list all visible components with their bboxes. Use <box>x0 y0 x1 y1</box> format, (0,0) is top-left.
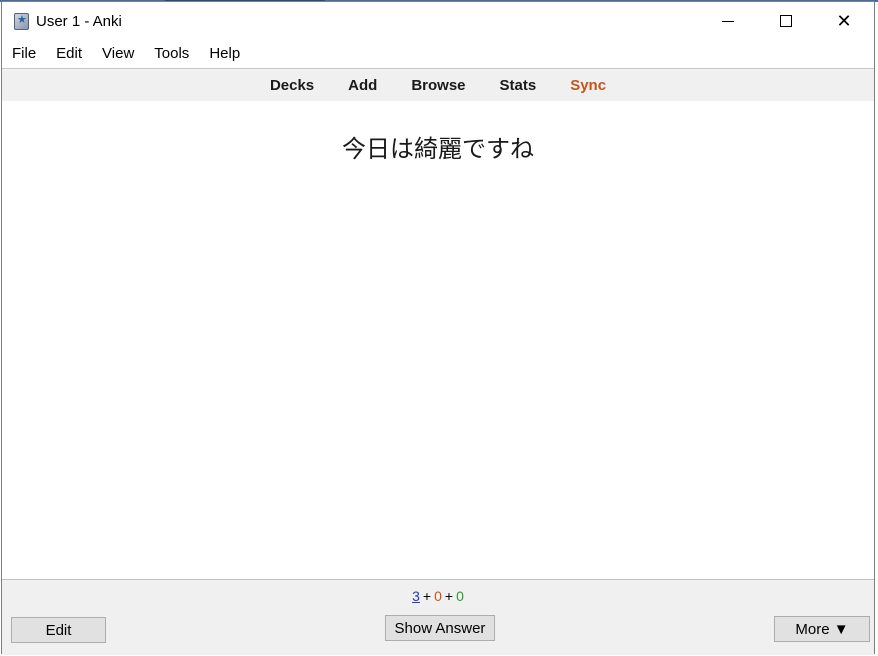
menu-tools[interactable]: Tools <box>144 41 199 67</box>
card-question: 今日は綺麗ですね <box>342 135 534 163</box>
toolbar-browse-link[interactable]: Browse <box>394 77 482 94</box>
toolbar-sync-link[interactable]: Sync <box>553 77 623 94</box>
close-button[interactable]: ✕ <box>815 2 873 40</box>
more-button[interactable]: More ▼ <box>774 616 870 642</box>
minimize-button[interactable] <box>699 2 757 40</box>
card-review-area: 今日は綺麗ですね <box>2 101 874 579</box>
menu-file[interactable]: File <box>2 41 46 67</box>
maximize-icon <box>780 15 792 27</box>
menu-bar: File Edit View Tools Help <box>2 40 874 68</box>
edit-button[interactable]: Edit <box>11 617 106 643</box>
learning-count: 0 <box>434 588 442 604</box>
maximize-button[interactable] <box>757 2 815 40</box>
new-count[interactable]: 3 <box>412 588 420 604</box>
title-bar[interactable]: User 1 - Anki ✕ <box>2 2 874 40</box>
count-separator: + <box>444 588 454 604</box>
toolbar-decks-link[interactable]: Decks <box>253 77 331 94</box>
window-title: User 1 - Anki <box>36 13 122 30</box>
anki-window: User 1 - Anki ✕ File Edit View Tools Hel… <box>1 1 875 655</box>
review-count: 0 <box>456 588 464 604</box>
close-icon: ✕ <box>836 11 852 31</box>
toolbar-stats-link[interactable]: Stats <box>483 77 554 94</box>
due-counts: 3 +0 +0 <box>2 588 874 604</box>
menu-view[interactable]: View <box>92 41 144 67</box>
menu-help[interactable]: Help <box>199 41 250 67</box>
toolbar-add-link[interactable]: Add <box>331 77 394 94</box>
main-toolbar: Decks Add Browse Stats Sync <box>2 68 874 101</box>
count-separator: + <box>422 588 432 604</box>
review-bottom-bar: 3 +0 +0 Edit Show Answer More ▼ <box>2 579 874 655</box>
minimize-icon <box>722 20 734 22</box>
anki-app-icon[interactable] <box>14 13 29 30</box>
menu-edit[interactable]: Edit <box>46 41 92 67</box>
show-answer-button[interactable]: Show Answer <box>385 615 495 641</box>
